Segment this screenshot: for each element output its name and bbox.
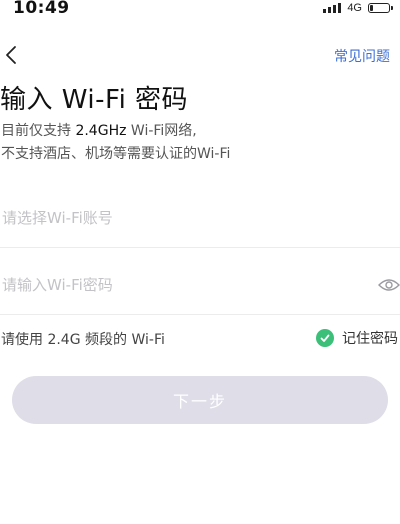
ssid-placeholder: 请选择Wi-Fi账号 [2, 209, 113, 227]
battery-icon [368, 3, 393, 13]
next-button[interactable]: 下一步 [12, 376, 388, 424]
page-title: 输入 Wi-Fi 密码 [0, 85, 189, 115]
eye-icon [378, 279, 400, 291]
desc-suffix: Wi-Fi网络, [126, 123, 197, 139]
chevron-left-icon [6, 46, 16, 64]
toggle-password-visibility-button[interactable] [378, 277, 400, 293]
ssid-field[interactable]: 请选择Wi-Fi账号 [0, 191, 400, 248]
remember-password-toggle[interactable]: 记住密码 [316, 328, 398, 348]
checkmark-icon [316, 329, 334, 347]
description-line-2: 不支持酒店、机场等需要认证的Wi-Fi [1, 146, 231, 162]
status-time: 10:49 [13, 0, 70, 18]
status-bar: 10:49 4G [0, 0, 400, 22]
status-indicators: 4G [323, 2, 393, 14]
desc-frequency: 2.4GHz [75, 123, 127, 139]
frequency-hint: 请使用 2.4G 频段的 Wi-Fi [1, 332, 165, 348]
password-field[interactable]: 请输入Wi-Fi密码 [0, 258, 400, 315]
remember-password-label: 记住密码 [342, 331, 398, 347]
back-button[interactable] [3, 43, 23, 67]
desc-prefix: 目前仅支持 [1, 123, 76, 139]
hint-row: 请使用 2.4G 频段的 Wi-Fi 记住密码 [0, 328, 400, 352]
network-type: 4G [347, 2, 362, 14]
description-line-1: 目前仅支持 2.4GHz Wi-Fi网络, [1, 120, 230, 143]
next-button-label: 下一步 [172, 392, 227, 411]
password-placeholder: 请输入Wi-Fi密码 [2, 276, 113, 294]
faq-link[interactable]: 常见问题 [334, 46, 390, 66]
signal-icon [323, 3, 342, 13]
description: 目前仅支持 2.4GHz Wi-Fi网络, 不支持酒店、机场等需要认证的Wi-F… [1, 120, 230, 166]
